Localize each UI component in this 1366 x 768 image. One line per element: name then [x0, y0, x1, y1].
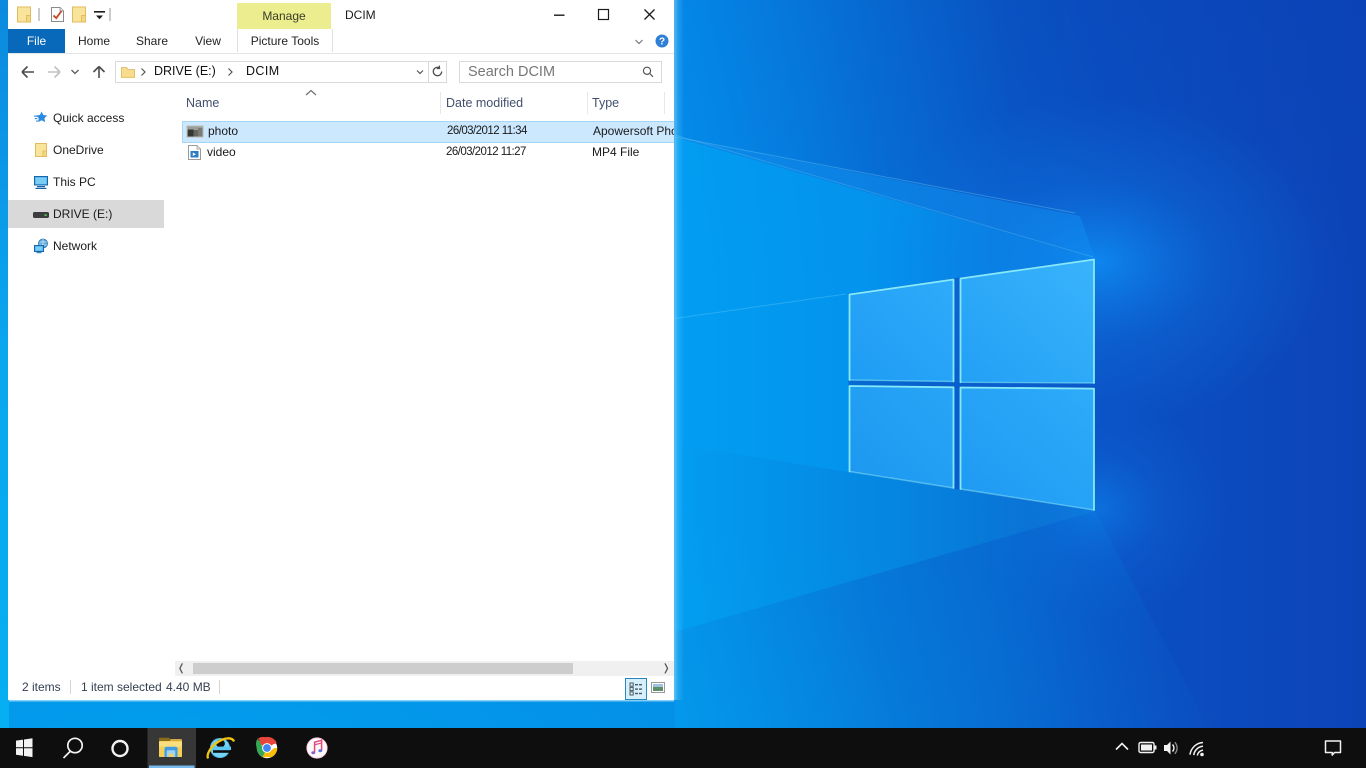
svg-text:?: ?	[659, 37, 665, 48]
